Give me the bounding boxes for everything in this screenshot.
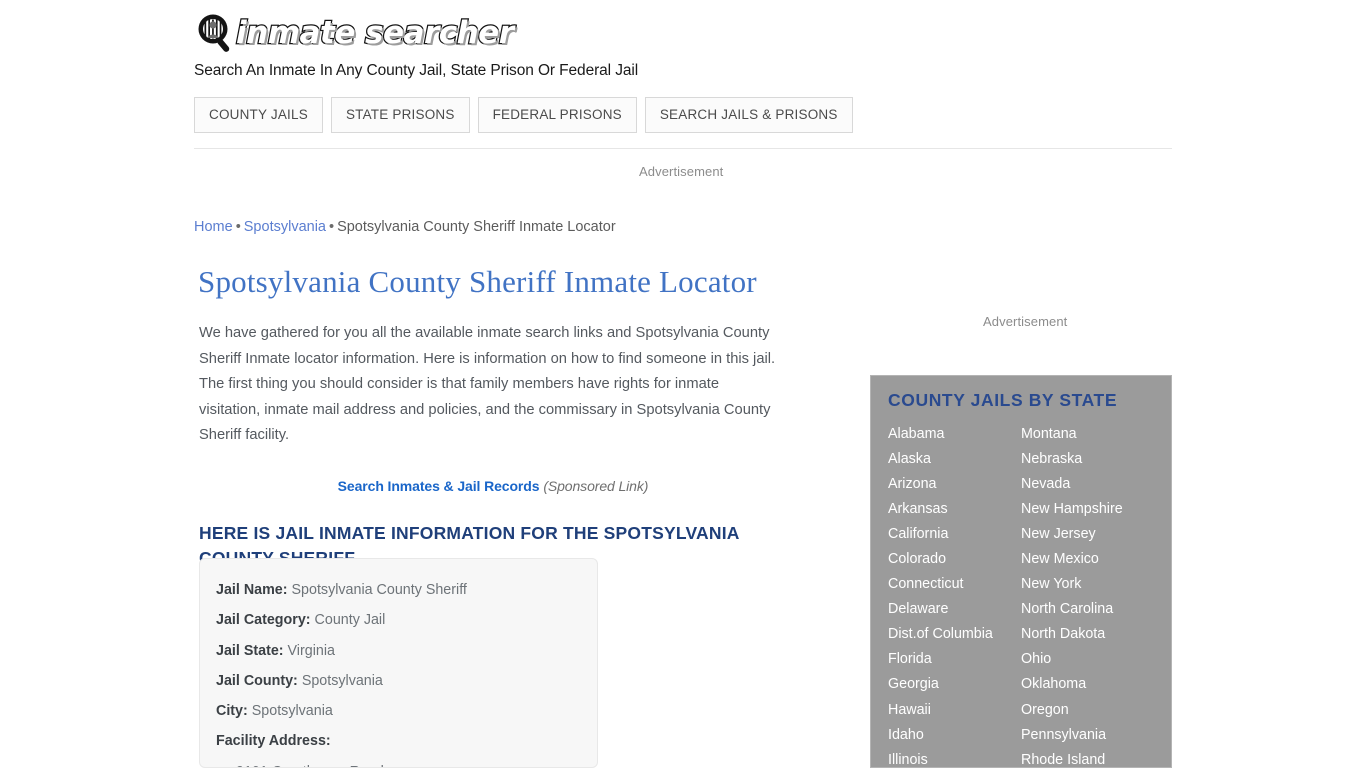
info-row: Jail Category: County Jail [216,605,597,635]
state-link[interactable]: Hawaii [888,698,1021,723]
site-tagline: Search An Inmate In Any County Jail, Sta… [194,62,639,79]
state-link[interactable]: Alaska [888,447,1021,472]
state-link[interactable]: Colorado [888,547,1021,572]
breadcrumb-current: Spotsylvania County Sheriff Inmate Locat… [337,219,616,235]
page-title: Spotsylvania County Sheriff Inmate Locat… [198,264,757,299]
state-link[interactable]: Montana [1021,422,1123,447]
info-row: City: Spotsylvania [216,696,597,726]
breadcrumb-county-link[interactable]: Spotsylvania [244,219,326,235]
state-link[interactable]: Oklahoma [1021,672,1123,697]
state-link[interactable]: Florida [888,647,1021,672]
sponsored-link-row: Search Inmates & Jail Records (Sponsored… [198,478,788,494]
info-value: County Jail [314,612,386,629]
state-link[interactable]: New York [1021,572,1123,597]
info-label: Facility Address: [216,733,331,750]
breadcrumb-separator-1: • [235,219,241,235]
state-link[interactable]: New Hampshire [1021,497,1123,522]
nav-item-state-prisons[interactable]: STATE PRISONS [330,97,470,133]
main-nav: COUNTY JAILS STATE PRISONS FEDERAL PRISO… [194,97,853,133]
main-content: Spotsylvania County Sheriff Inmate Locat… [198,262,798,571]
state-link[interactable]: Nevada [1021,472,1123,497]
info-label: City: [216,703,248,720]
state-link[interactable]: Ohio [1021,647,1123,672]
info-label: Jail Category: [216,612,311,629]
sponsored-search-link[interactable]: Search Inmates & Jail Records [338,478,540,494]
info-value: Spotsylvania County Sheriff [291,582,467,598]
state-column-right: Montana Nebraska Nevada New Hampshire New Je… [1021,422,1123,767]
state-link[interactable]: Idaho [888,723,1021,748]
state-columns: Alabama Alaska Arizona Arkansas California Co… [871,422,1171,767]
magnifier-jail-bars-icon [194,12,234,54]
info-row: Jail County: Spotsylvania [216,666,597,696]
sidebar-widget-title: COUNTY JAILS BY STATE [888,390,1118,410]
sidebar-advertisement-label: Advertisement [983,314,1068,329]
page-root: inmate searcher Search An Inmate In Any … [0,0,1366,768]
site-logo[interactable]: inmate searcher [194,10,1172,56]
info-value: Spotsylvania [251,703,333,720]
breadcrumb-home-link[interactable]: Home [194,219,233,235]
site-header: inmate searcher Search An Inmate In Any … [194,10,1172,80]
state-link[interactable]: Alabama [888,422,1021,447]
nav-item-search-jails-prisons[interactable]: SEARCH JAILS & PRISONS [644,97,853,133]
nav-item-federal-prisons[interactable]: FEDERAL PRISONS [477,97,637,133]
info-row: Facility Address: [216,726,597,756]
info-row: Jail State: Virginia [216,636,597,666]
state-link[interactable]: Oregon [1021,698,1123,723]
info-value: Spotsylvania [301,672,383,689]
facility-address-line: 9101 Courthouse Road [216,757,597,767]
state-link[interactable]: Delaware [888,597,1021,622]
state-link[interactable]: Rhode Island [1021,748,1123,767]
state-link[interactable]: Pennsylvania [1021,723,1123,748]
state-link[interactable]: North Carolina [1021,597,1123,622]
state-link[interactable]: Arizona [888,472,1021,497]
jail-info-box: Jail Name: Spotsylvania County Sheriff J… [199,558,598,768]
nav-item-county-jails[interactable]: COUNTY JAILS [194,97,323,133]
breadcrumb-separator-2: • [328,219,335,235]
state-link[interactable]: New Mexico [1021,547,1123,572]
breadcrumb: Home • Spotsylvania • Spotsylvania County Sh… [194,219,616,235]
state-link[interactable]: New Jersey [1021,522,1123,547]
info-value: Virginia [287,642,335,659]
header-divider [194,148,1172,149]
info-label: Jail State: [216,642,284,659]
logo-wordmark: inmate searcher [235,14,515,53]
sponsored-link-note: (Sponsored Link) [543,477,649,494]
state-link[interactable]: Dist.of Columbia [888,622,1021,647]
info-row: Jail Name: Spotsylvania County Sheriff [216,575,597,605]
info-label: Jail Name: [216,582,288,598]
intro-paragraph: We have gathered for you all the availab… [199,325,776,444]
info-label: Jail County: [216,672,298,689]
state-link[interactable]: Nebraska [1021,447,1123,472]
county-jails-by-state-widget: COUNTY JAILS BY STATE Alabama Alaska Arizo… [870,375,1172,768]
state-link[interactable]: Arkansas [888,497,1021,522]
state-link[interactable]: North Dakota [1021,622,1123,647]
state-link[interactable]: Illinois [888,748,1021,767]
state-link[interactable]: Georgia [888,672,1021,697]
state-column-left: Alabama Alaska Arizona Arkansas California Co… [871,422,1021,767]
state-link[interactable]: Connecticut [888,572,1021,597]
state-link[interactable]: California [888,522,1021,547]
top-advertisement-label: Advertisement [639,164,724,179]
